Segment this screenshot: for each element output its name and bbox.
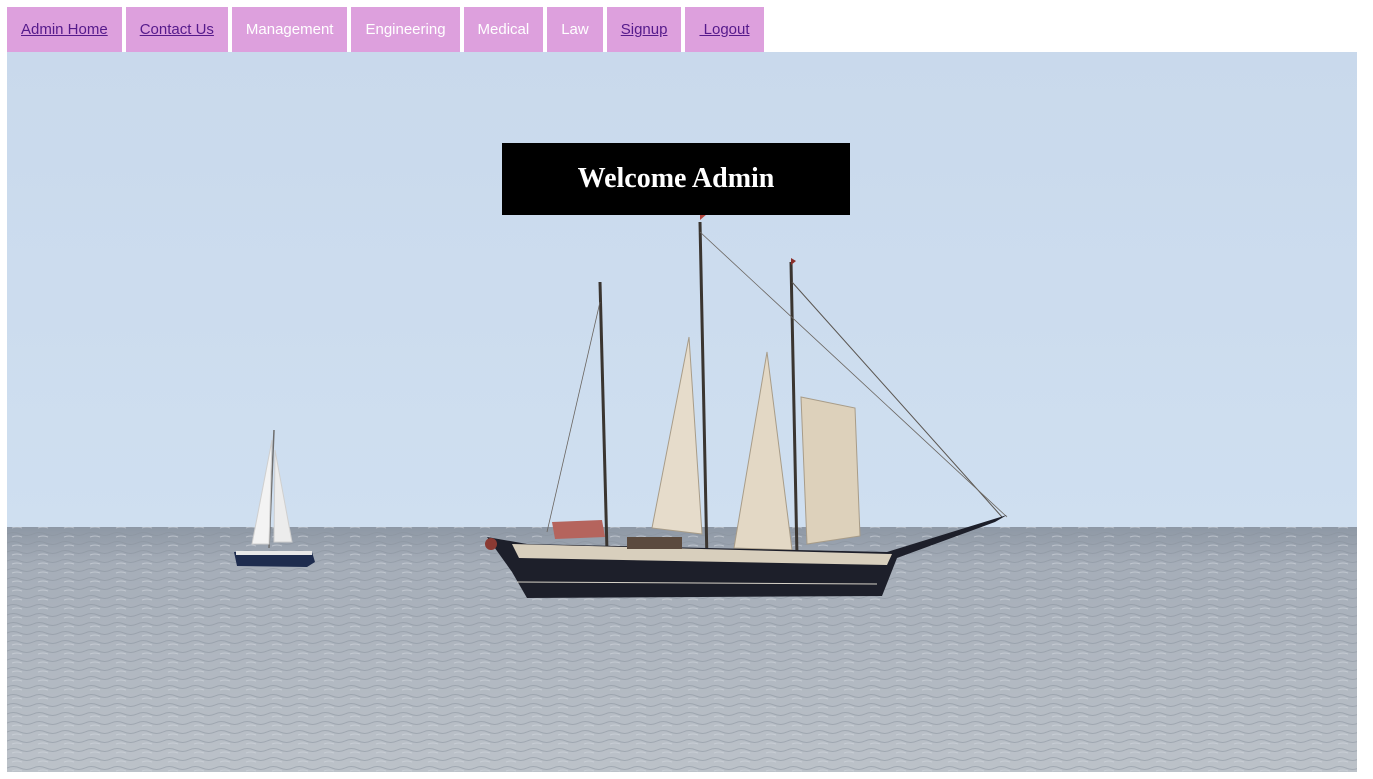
- welcome-banner: Welcome Admin: [502, 142, 850, 215]
- nav-admin-home[interactable]: Admin Home: [7, 7, 122, 52]
- nav-engineering[interactable]: Engineering: [351, 7, 460, 52]
- nav-signup[interactable]: Signup: [606, 7, 682, 52]
- nav-law[interactable]: Law: [547, 7, 603, 52]
- top-nav: Admin Home Contact Us Management Enginee…: [7, 7, 764, 52]
- nav-logout[interactable]: Logout: [685, 7, 764, 52]
- nav-contact-us[interactable]: Contact Us: [125, 7, 228, 52]
- nav-management[interactable]: Management: [231, 7, 348, 52]
- nav-medical[interactable]: Medical: [463, 7, 544, 52]
